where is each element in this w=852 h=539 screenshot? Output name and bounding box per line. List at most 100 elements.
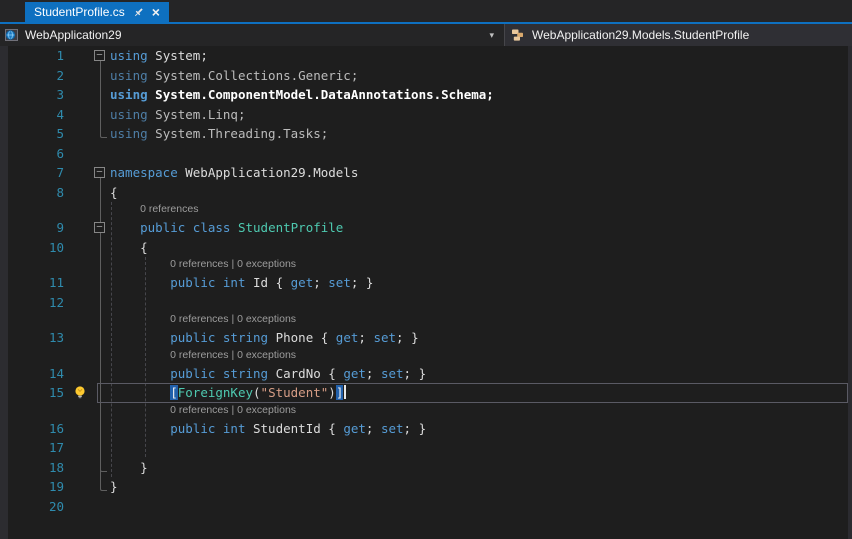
code-line[interactable]: using System.ComponentModel.DataAnnotati… — [108, 85, 852, 105]
codelens-indicator[interactable]: 0 references | 0 exceptions — [108, 403, 852, 419]
line-number[interactable]: 8 — [0, 183, 70, 203]
codelens-indicator[interactable]: 0 references | 0 exceptions — [108, 257, 852, 273]
line-number[interactable]: 5 — [0, 124, 70, 144]
code-line[interactable] — [108, 144, 852, 164]
line-number[interactable]: 17 — [0, 438, 70, 458]
line-number[interactable]: 11 — [0, 273, 70, 293]
code-token: get — [343, 420, 366, 436]
line-number[interactable]: 2 — [0, 66, 70, 86]
code-token: System.Collections.Generic; — [147, 67, 359, 83]
outlining-margin — [92, 182, 108, 202]
line-number[interactable]: 18 — [0, 458, 70, 478]
line-number[interactable] — [0, 312, 70, 328]
code-line[interactable]: using System.Collections.Generic; — [108, 66, 852, 86]
glyph-margin — [70, 364, 92, 384]
project-dropdown[interactable]: WebApplication29 ▾ — [0, 24, 505, 46]
code-line[interactable]: public class StudentProfile — [108, 218, 852, 238]
line-number[interactable]: 3 — [0, 85, 70, 105]
code-token: public — [170, 330, 216, 345]
code-token: ; } — [403, 365, 427, 381]
code-row: 17 — [0, 438, 852, 458]
member-dropdown[interactable]: WebApplication29.Models.StudentProfile — [505, 24, 852, 46]
line-number[interactable]: 14 — [0, 364, 70, 384]
outlining-margin — [92, 347, 108, 364]
glyph-margin — [70, 163, 92, 183]
code-line[interactable]: using System.Threading.Tasks; — [108, 124, 852, 144]
code-line[interactable]: namespace WebApplication29.Models — [108, 163, 852, 183]
scrollbar[interactable] — [848, 46, 852, 539]
code-token: System; — [147, 48, 208, 63]
code-token: set — [328, 275, 351, 290]
code-token: set — [380, 420, 404, 436]
outlining-margin — [92, 124, 108, 144]
code-row: 8{ — [0, 182, 852, 203]
line-number[interactable] — [0, 202, 70, 218]
codelens-indicator[interactable]: 0 references | 0 exceptions — [108, 312, 852, 328]
code-line[interactable] — [108, 438, 852, 458]
outline-region-line — [100, 257, 101, 273]
tab-studentprofile[interactable]: StudentProfile.cs × — [25, 2, 169, 22]
glyph-margin — [70, 238, 92, 258]
code-token: string — [222, 330, 269, 345]
class-icon — [511, 28, 526, 42]
line-number[interactable]: 13 — [0, 328, 70, 348]
codelens-row: 0 references | 0 exceptions — [0, 347, 852, 364]
code-line[interactable]: { — [108, 238, 852, 258]
fold-collapse-icon[interactable]: – — [94, 50, 105, 61]
code-line[interactable]: [ForeignKey("Student")] — [108, 383, 852, 403]
code-token: get — [343, 365, 366, 381]
member-dropdown-label: WebApplication29.Models.StudentProfile — [532, 28, 750, 42]
line-number[interactable]: 20 — [0, 497, 70, 517]
code-token: ( — [253, 385, 261, 400]
code-line[interactable]: } — [108, 458, 852, 478]
line-number[interactable]: 15 — [0, 383, 70, 403]
code-line[interactable]: public string Phone { get; set; } — [108, 328, 852, 348]
code-line[interactable]: using System.Linq; — [108, 105, 852, 125]
line-number[interactable]: 10 — [0, 238, 70, 258]
outline-region-line — [100, 65, 101, 85]
code-line[interactable]: { — [108, 183, 852, 203]
line-number[interactable]: 16 — [0, 419, 70, 439]
line-number[interactable]: 9 — [0, 218, 70, 238]
code-editor[interactable]: 1– using System; 2 using System.Collections… — [0, 46, 852, 539]
code-token: int — [222, 420, 246, 436]
line-number[interactable]: 12 — [0, 293, 70, 313]
quick-actions-lightbulb-icon[interactable] — [70, 383, 92, 403]
line-number[interactable]: 19 — [0, 477, 70, 497]
fold-collapse-icon[interactable]: – — [94, 167, 105, 178]
outlining-margin — [92, 457, 108, 477]
code-token: { — [110, 184, 118, 200]
line-number[interactable]: 1 — [0, 46, 70, 66]
fold-collapse-icon[interactable]: – — [94, 222, 105, 233]
code-row: 16 public int StudentId { get; set; } — [0, 418, 852, 439]
line-number[interactable]: 7 — [0, 163, 70, 183]
glyph-margin — [70, 348, 92, 364]
line-number[interactable]: 4 — [0, 105, 70, 125]
line-number[interactable] — [0, 348, 70, 364]
close-icon[interactable]: × — [152, 5, 160, 19]
code-line[interactable] — [108, 293, 852, 313]
code-line[interactable]: public string CardNo { get; set; } — [108, 364, 852, 384]
code-line[interactable]: } — [108, 477, 852, 497]
code-line[interactable] — [108, 497, 852, 517]
code-line[interactable]: using System; — [108, 46, 852, 66]
code-token: ; — [313, 275, 329, 290]
outlining-margin — [92, 402, 108, 419]
code-line[interactable]: public int StudentId { get; set; } — [108, 419, 852, 439]
pin-icon[interactable] — [133, 7, 144, 18]
line-number[interactable] — [0, 257, 70, 273]
outlining-margin: – — [92, 46, 108, 66]
outlining-margin — [92, 328, 108, 348]
line-number[interactable] — [0, 403, 70, 419]
code-token: "Student" — [260, 385, 329, 400]
outline-region-line — [100, 402, 101, 419]
line-number[interactable]: 6 — [0, 144, 70, 164]
document-tab-bar: StudentProfile.cs × — [0, 0, 852, 22]
codelens-indicator[interactable]: 0 references — [108, 202, 852, 218]
codelens-indicator[interactable]: 0 references | 0 exceptions — [108, 348, 852, 364]
code-line[interactable]: public int Id { get; set; } — [108, 273, 852, 293]
